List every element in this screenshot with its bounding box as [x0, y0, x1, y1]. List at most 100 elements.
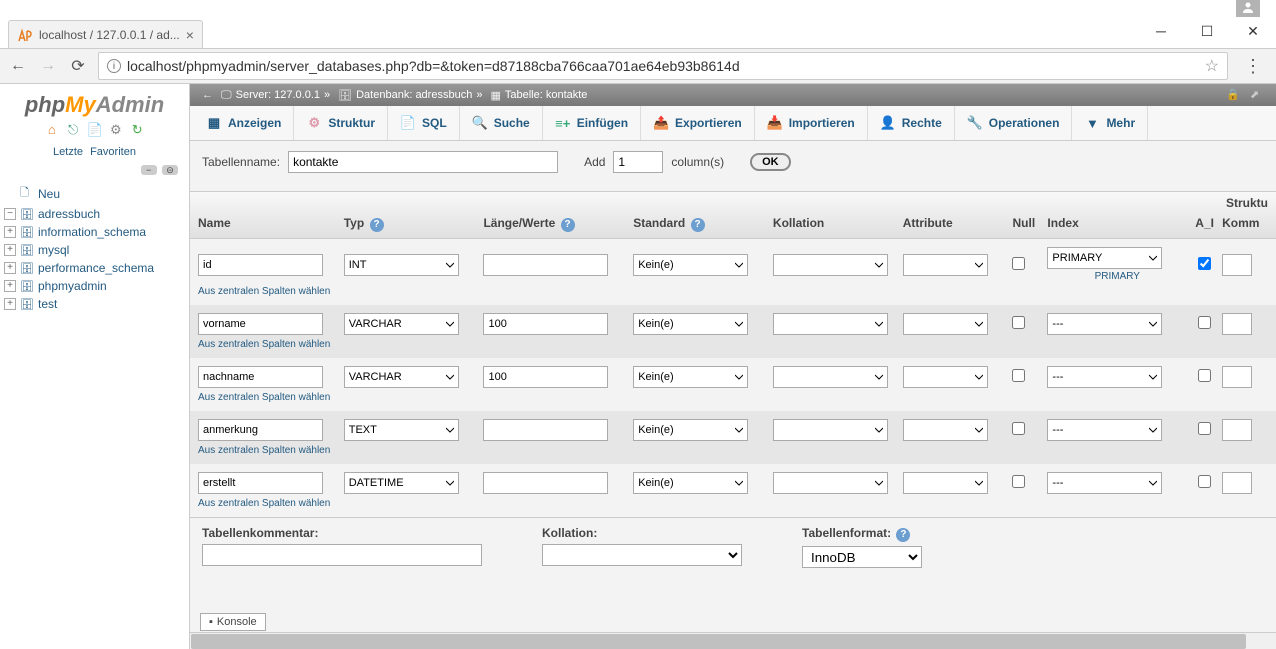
col-null-checkbox[interactable] [1012, 257, 1025, 270]
col-length-input[interactable] [483, 254, 608, 276]
col-type-select[interactable]: TEXT [344, 419, 459, 441]
col-comment-input[interactable] [1222, 419, 1252, 441]
expand-icon[interactable]: − [4, 208, 16, 220]
tab-browse[interactable]: ▦Anzeigen [194, 106, 294, 140]
col-null-checkbox[interactable] [1012, 316, 1025, 329]
col-length-input[interactable] [483, 366, 608, 388]
console-toggle[interactable]: ▪ Konsole [200, 613, 266, 631]
central-columns-link[interactable]: Aus zentralen Spalten wählen [194, 282, 1272, 303]
tab-close-icon[interactable]: × [186, 27, 194, 43]
col-type-select[interactable]: VARCHAR [344, 366, 459, 388]
tree-db-information-schema[interactable]: + 🗄 information_schema [4, 223, 185, 241]
tab-sql[interactable]: 📄SQL [388, 106, 460, 140]
logout-icon[interactable]: ⎋ [65, 122, 81, 138]
col-index-select[interactable]: --- [1047, 419, 1162, 441]
col-default-select[interactable]: Kein(e) [633, 366, 748, 388]
help-icon[interactable]: ? [561, 218, 575, 232]
expand-icon[interactable]: + [4, 298, 16, 310]
tab-operations[interactable]: 🔧Operationen [955, 106, 1073, 140]
table-collation-select[interactable] [542, 544, 742, 566]
col-comment-input[interactable] [1222, 366, 1252, 388]
col-type-select[interactable]: VARCHAR [344, 313, 459, 335]
col-collation-select[interactable] [773, 366, 888, 388]
col-null-checkbox[interactable] [1012, 475, 1025, 488]
col-comment-input[interactable] [1222, 254, 1252, 276]
bc-server[interactable]: Server: 127.0.0.1 [236, 89, 320, 101]
col-index-select[interactable]: --- [1047, 472, 1162, 494]
tab-structure[interactable]: ⚙Struktur [294, 106, 388, 140]
col-type-select[interactable]: INT [344, 254, 459, 276]
col-default-select[interactable]: Kein(e) [633, 254, 748, 276]
col-null-checkbox[interactable] [1012, 422, 1025, 435]
table-format-select[interactable]: InnoDB [802, 546, 922, 568]
col-index-select[interactable]: --- [1047, 313, 1162, 335]
tree-db-phpmyadmin[interactable]: + 🗄 phpmyadmin [4, 277, 185, 295]
col-collation-select[interactable] [773, 419, 888, 441]
reload-icon[interactable]: ↻ [129, 122, 145, 138]
col-attributes-select[interactable] [903, 254, 988, 276]
expand-icon[interactable]: + [4, 244, 16, 256]
tab-search[interactable]: 🔍Suche [460, 106, 543, 140]
close-button[interactable]: ✕ [1230, 16, 1276, 46]
add-count-input[interactable] [613, 151, 663, 173]
help-icon[interactable]: ? [370, 218, 384, 232]
col-ai-checkbox[interactable] [1198, 475, 1211, 488]
expand-icon[interactable]: + [4, 280, 16, 292]
back-button[interactable]: ← [8, 56, 28, 76]
help-icon[interactable]: ? [691, 218, 705, 232]
col-type-select[interactable]: DATETIME [344, 472, 459, 494]
central-columns-link[interactable]: Aus zentralen Spalten wählen [194, 494, 1272, 515]
nav-toggle-icon[interactable]: ← [202, 89, 213, 101]
col-default-select[interactable]: Kein(e) [633, 419, 748, 441]
tree-new[interactable]: 🗋 Neu [4, 182, 185, 205]
settings-icon[interactable]: ⚙ [108, 122, 124, 138]
page-settings-icon[interactable]: ⬈ [1250, 88, 1268, 102]
col-attributes-select[interactable] [903, 313, 988, 335]
col-collation-select[interactable] [773, 472, 888, 494]
collapse-all-icon[interactable]: − [141, 165, 157, 175]
minimize-button[interactable]: ─ [1138, 16, 1184, 46]
bc-table[interactable]: Tabelle: kontakte [505, 89, 588, 101]
col-ai-checkbox[interactable] [1198, 422, 1211, 435]
home-icon[interactable]: ⌂ [44, 122, 60, 138]
maximize-button[interactable]: ☐ [1184, 16, 1230, 46]
col-name-input[interactable] [198, 366, 323, 388]
horizontal-scrollbar[interactable] [190, 632, 1276, 649]
col-name-input[interactable] [198, 313, 323, 335]
reload-button[interactable]: ⟳ [68, 56, 88, 76]
col-comment-input[interactable] [1222, 472, 1252, 494]
tab-insert[interactable]: ≡+Einfügen [543, 106, 641, 140]
central-columns-link[interactable]: Aus zentralen Spalten wählen [194, 441, 1272, 462]
ok-button[interactable]: OK [750, 153, 791, 171]
lock-icon[interactable]: 🔒 [1226, 88, 1244, 102]
col-default-select[interactable]: Kein(e) [633, 472, 748, 494]
help-icon[interactable]: ? [896, 528, 910, 542]
tree-db-mysql[interactable]: + 🗄 mysql [4, 241, 185, 259]
tablename-input[interactable] [288, 151, 558, 173]
table-comment-input[interactable] [202, 544, 482, 566]
col-length-input[interactable] [483, 313, 608, 335]
col-collation-select[interactable] [773, 254, 888, 276]
col-name-input[interactable] [198, 419, 323, 441]
col-name-input[interactable] [198, 254, 323, 276]
central-columns-link[interactable]: Aus zentralen Spalten wählen [194, 335, 1272, 356]
expand-icon[interactable]: + [4, 226, 16, 238]
col-default-select[interactable]: Kein(e) [633, 313, 748, 335]
col-ai-checkbox[interactable] [1198, 316, 1211, 329]
browser-tab[interactable]: localhost / 127.0.0.1 / ad... × [8, 20, 203, 48]
col-ai-checkbox[interactable] [1198, 257, 1211, 270]
forward-button[interactable]: → [38, 56, 58, 76]
url-box[interactable]: i localhost/phpmyadmin/server_databases.… [98, 52, 1228, 80]
tree-db-adressbuch[interactable]: − 🗄 adressbuch [4, 205, 185, 223]
tab-more[interactable]: ▼Mehr [1072, 106, 1148, 140]
col-attributes-select[interactable] [903, 472, 988, 494]
bc-database[interactable]: Datenbank: adressbuch [356, 89, 472, 101]
tab-privileges[interactable]: 👤Rechte [868, 106, 955, 140]
col-length-input[interactable] [483, 472, 608, 494]
browser-menu-icon[interactable]: ⋮ [1238, 56, 1268, 77]
tree-db-performance-schema[interactable]: + 🗄 performance_schema [4, 259, 185, 277]
favorites-link[interactable]: Favoriten [90, 146, 136, 158]
col-length-input[interactable] [483, 419, 608, 441]
col-attributes-select[interactable] [903, 366, 988, 388]
bookmark-star-icon[interactable]: ☆ [1205, 56, 1219, 76]
